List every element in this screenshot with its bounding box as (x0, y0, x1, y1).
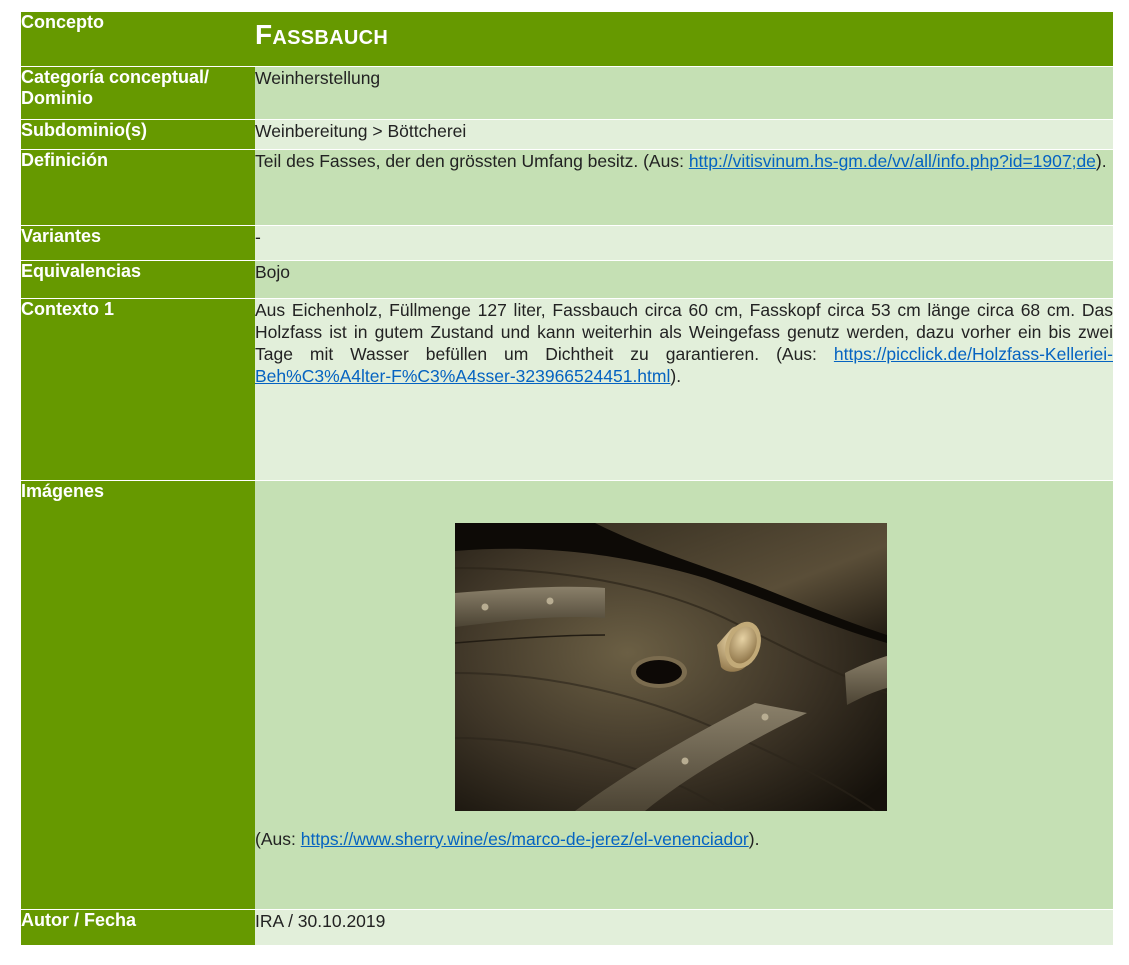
row-subdominio: Subdominio(s) Weinbereitung > Böttcherei (21, 119, 1113, 150)
label-autor: Autor / Fecha (21, 909, 255, 946)
label-contexto: Contexto 1 (21, 298, 255, 481)
contexto-suffix: ). (670, 365, 682, 386)
caption-suffix: ). (748, 828, 760, 849)
row-definicion: Definición Teil des Fasses, der den grös… (21, 149, 1113, 226)
value-definicion: Teil des Fasses, der den grössten Umfang… (255, 149, 1113, 226)
label-equivalencias: Equivalencias (21, 260, 255, 299)
term-title-initial: F (255, 19, 273, 50)
row-concepto: Concepto FASSBAUCH (21, 12, 1113, 67)
value-equivalencias: Bojo (255, 260, 1113, 299)
definicion-suffix: ). (1095, 150, 1107, 171)
row-categoria: Categoría conceptual/ Dominio Weinherste… (21, 66, 1113, 120)
row-contexto: Contexto 1 Aus Eichenholz, Füllmenge 127… (21, 298, 1113, 481)
row-equivalencias: Equivalencias Bojo (21, 260, 1113, 299)
term-title: FASSBAUCH (255, 12, 1113, 55)
value-autor: IRA / 30.10.2019 (255, 909, 1113, 946)
definicion-source-link[interactable]: http://vitisvinum.hs-gm.de/vv/all/info.p… (689, 151, 1096, 171)
row-autor: Autor / Fecha IRA / 30.10.2019 (21, 909, 1113, 946)
value-subdominio: Weinbereitung > Böttcherei (255, 119, 1113, 150)
term-title-rest: ASSBAUCH (272, 27, 389, 49)
image-source-link[interactable]: https://www.sherry.wine/es/marco-de-jere… (301, 829, 749, 849)
value-imagenes: (Aus: https://www.sherry.wine/es/marco-d… (255, 480, 1113, 910)
caption-prefix: (Aus: (255, 828, 301, 849)
row-variantes: Variantes - (21, 225, 1113, 261)
value-concepto: FASSBAUCH (255, 12, 1113, 67)
image-caption: (Aus: https://www.sherry.wine/es/marco-d… (255, 828, 1113, 850)
definicion-text: Teil des Fasses, der den grössten Umfang… (255, 150, 689, 171)
label-concepto: Concepto (21, 12, 255, 67)
value-variantes: - (255, 225, 1113, 261)
label-subdominio: Subdominio(s) (21, 119, 255, 150)
label-definicion: Definición (21, 149, 255, 226)
row-imagenes: Imágenes (Aus: https://www.sherry.wine/e… (21, 480, 1113, 910)
label-categoria: Categoría conceptual/ Dominio (21, 66, 255, 120)
label-imagenes: Imágenes (21, 480, 255, 910)
barrel-photo (454, 522, 888, 812)
value-categoria: Weinherstellung (255, 66, 1113, 120)
value-contexto: Aus Eichenholz, Füllmenge 127 liter, Fas… (255, 298, 1113, 481)
terminology-card: Concepto FASSBAUCH Categoría conceptual/… (21, 12, 1113, 946)
label-variantes: Variantes (21, 225, 255, 261)
